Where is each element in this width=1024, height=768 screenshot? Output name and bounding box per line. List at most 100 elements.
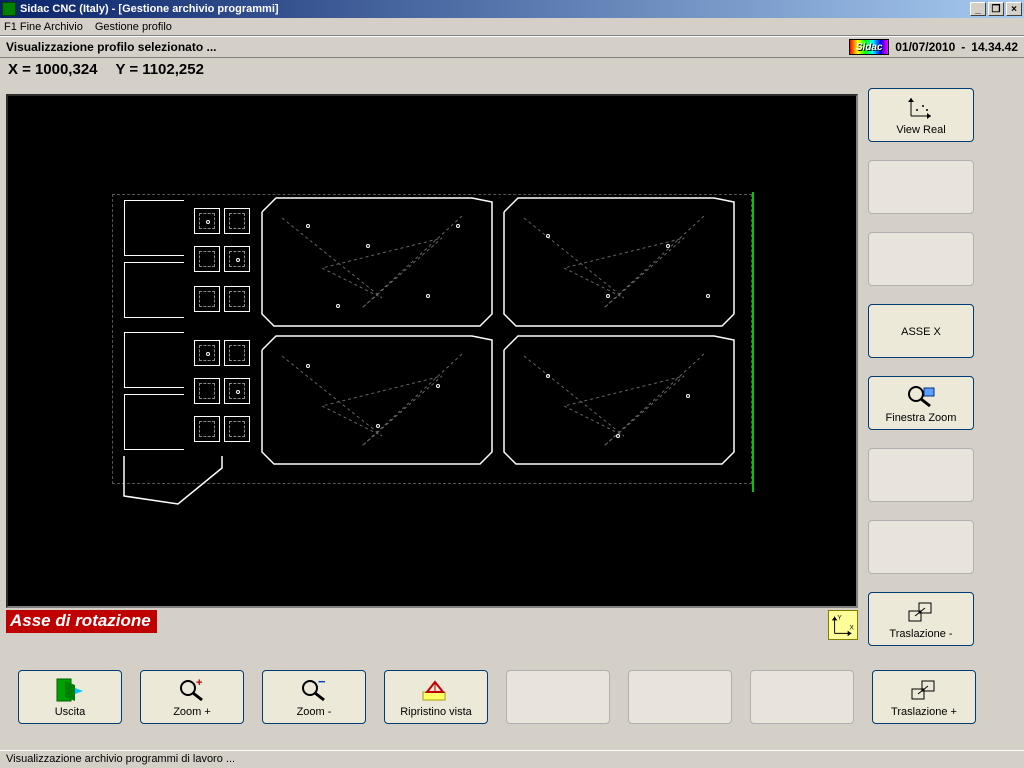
asse-rotazione-label: Asse di rotazione (6, 610, 157, 633)
panel-bottom-left (262, 336, 492, 469)
drill-point (706, 294, 710, 298)
info-time: 14.34.42 (971, 40, 1018, 54)
coord-x-label: X = (8, 61, 31, 78)
drill-point (616, 434, 620, 438)
translate-minus-icon (907, 598, 935, 626)
drill-point (456, 224, 460, 228)
uscita-label: Uscita (55, 706, 86, 718)
restore-button[interactable]: ❐ (988, 2, 1004, 16)
uscita-button[interactable]: Uscita (18, 670, 122, 724)
menu-fine-archivio[interactable]: F1 Fine Archivio (4, 21, 83, 33)
traslazione-minus-label: Traslazione - (889, 628, 952, 640)
drill-point (606, 294, 610, 298)
view-real-button[interactable]: View Real (868, 88, 974, 142)
minimize-button[interactable]: _ (970, 2, 986, 16)
smallbox-8 (194, 378, 220, 404)
zoom-plus-icon: + (178, 676, 206, 704)
side-empty-2[interactable] (868, 232, 974, 286)
exit-icon (55, 676, 85, 704)
smallbox-6 (224, 286, 250, 312)
traslazione-plus-label: Traslazione + (891, 706, 957, 718)
app-icon (2, 2, 16, 16)
svg-text:Y: Y (837, 614, 842, 621)
drill-point (666, 244, 670, 248)
info-bar: Visualizzazione profilo selezionato ... … (0, 36, 1024, 58)
smallbox-3 (194, 286, 220, 312)
ripristino-label: Ripristino vista (400, 706, 472, 718)
info-text: Visualizzazione profilo selezionato ... (6, 40, 217, 54)
drill-point (436, 384, 440, 388)
titlebar: Sidac CNC (Italy) - [Gestione archivio p… (0, 0, 1024, 18)
drill-point (686, 394, 690, 398)
info-sep: - (961, 40, 965, 54)
drill-point (546, 374, 550, 378)
drill-point (426, 294, 430, 298)
bottom-empty-1[interactable] (506, 670, 610, 724)
smallbox-12 (224, 416, 250, 442)
status-text: Visualizzazione archivio programmi di la… (6, 753, 235, 765)
status-bar: Visualizzazione archivio programmi di la… (0, 750, 1024, 768)
bottom-toolbar: Uscita + Zoom + − Zoom - Ripristino vist… (18, 670, 976, 724)
bracket-3 (124, 332, 184, 388)
smallbox-9 (194, 416, 220, 442)
panel-top-right (504, 198, 734, 331)
drill-point (376, 424, 380, 428)
close-button[interactable]: × (1006, 2, 1022, 16)
panel-bottom-right (504, 336, 734, 469)
restore-view-icon (421, 676, 451, 704)
side-empty-1[interactable] (868, 160, 974, 214)
sidac-logo: Sidac (849, 39, 889, 55)
drill-point (206, 352, 210, 356)
drill-point (366, 244, 370, 248)
cnc-canvas[interactable] (6, 94, 858, 608)
menu-gestione-profilo[interactable]: Gestione profilo (95, 21, 172, 33)
zoom-window-icon (906, 382, 936, 410)
orientation-icon[interactable]: XY (828, 610, 858, 640)
drill-point (236, 390, 240, 394)
coord-y-val: 1102,252 (142, 61, 204, 78)
zoom-minus-button[interactable]: − Zoom - (262, 670, 366, 724)
side-empty-3[interactable] (868, 448, 974, 502)
drill-point (206, 220, 210, 224)
asse-x-button[interactable]: ASSE X (868, 304, 974, 358)
drill-point (546, 234, 550, 238)
smallbox-10 (224, 340, 250, 366)
menubar: F1 Fine Archivio Gestione profilo (0, 18, 1024, 36)
bracket-2 (124, 262, 184, 318)
zoom-minus-icon: − (300, 676, 328, 704)
zoom-plus-button[interactable]: + Zoom + (140, 670, 244, 724)
panel-top-left (262, 198, 492, 331)
tail-piece (118, 456, 228, 509)
svg-text:X: X (850, 625, 855, 632)
finestra-zoom-label: Finestra Zoom (886, 412, 957, 424)
work-area: Asse di rotazione XY (6, 94, 858, 639)
traslazione-plus-button[interactable]: Traslazione + (872, 670, 976, 724)
bracket-1 (124, 200, 184, 256)
coord-x-val: 1000,324 (35, 61, 98, 78)
drill-point (306, 364, 310, 368)
drill-point (236, 258, 240, 262)
bottom-empty-2[interactable] (628, 670, 732, 724)
svg-text:−: − (318, 678, 326, 689)
zoom-plus-label: Zoom + (173, 706, 211, 718)
coord-bar: X = 1000,324 Y = 1102,252 (0, 58, 1024, 80)
coord-y-label: Y = (116, 61, 139, 78)
side-toolbar: View Real ASSE X Finestra Zoom Traslazio… (868, 88, 974, 646)
translate-plus-icon (910, 676, 938, 704)
window-title: Sidac CNC (Italy) - [Gestione archivio p… (20, 3, 279, 15)
drill-point (336, 304, 340, 308)
svg-text:+: + (196, 678, 202, 689)
green-guide-line (752, 192, 754, 492)
smallbox-2 (194, 246, 220, 272)
bottom-empty-3[interactable] (750, 670, 854, 724)
info-date: 01/07/2010 (895, 40, 955, 54)
drill-point (306, 224, 310, 228)
bracket-4 (124, 394, 184, 450)
traslazione-minus-button[interactable]: Traslazione - (868, 592, 974, 646)
ripristino-vista-button[interactable]: Ripristino vista (384, 670, 488, 724)
side-empty-4[interactable] (868, 520, 974, 574)
finestra-zoom-button[interactable]: Finestra Zoom (868, 376, 974, 430)
axes-icon (907, 94, 935, 122)
smallbox-4 (224, 208, 250, 234)
zoom-minus-label: Zoom - (297, 706, 332, 718)
